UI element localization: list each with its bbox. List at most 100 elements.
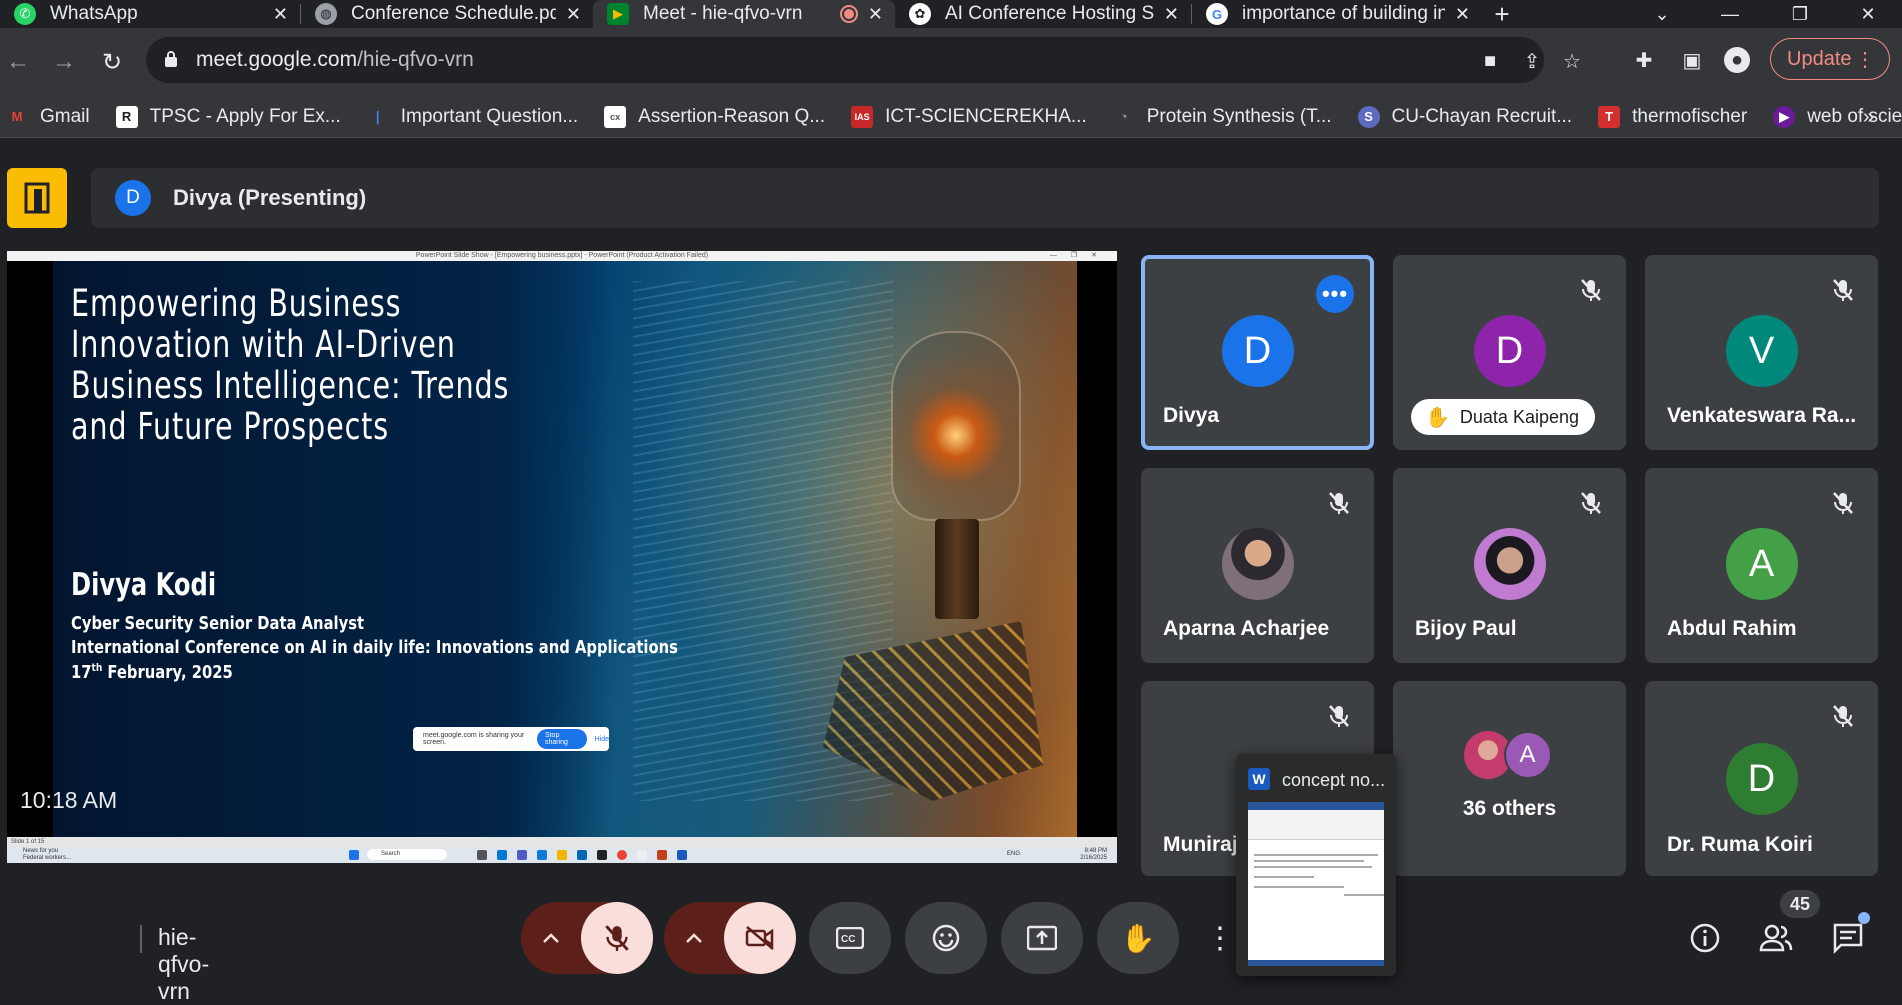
people-button[interactable]	[1756, 918, 1796, 958]
participant-tile-aparna[interactable]: Aparna Acharjee	[1141, 468, 1374, 663]
close-icon[interactable]: ✕	[868, 4, 883, 25]
presenting-banner: D Divya (Presenting)	[91, 168, 1879, 228]
avatar-photo	[1221, 528, 1294, 600]
t-icon: T	[1598, 105, 1621, 128]
bookmark-star-icon[interactable]: ☆	[1558, 47, 1586, 75]
mic-off-icon	[1324, 488, 1354, 518]
ppt-status-bar: Slide 1 of 15	[7, 837, 1117, 847]
participant-name: Muniraj	[1163, 833, 1238, 856]
hide-link[interactable]: Hide	[595, 736, 609, 743]
avatar: D	[1221, 315, 1294, 387]
globe-icon: ◍	[315, 3, 337, 25]
extensions-icon[interactable]: ✚	[1628, 44, 1660, 76]
others-count: 36 others	[1462, 797, 1557, 820]
participant-tile-divya[interactable]: D ••• Divya	[1141, 255, 1374, 450]
taskbar-app-icon	[657, 850, 667, 860]
slide-role: Cyber Security Senior Data Analyst	[71, 613, 365, 634]
participant-name: Dr. Ruma Koiri	[1667, 833, 1813, 856]
presenter-avatar: D	[115, 180, 151, 216]
bookmark-label: web of science	[1807, 105, 1902, 127]
back-button[interactable]: ←	[0, 44, 36, 80]
update-label: Update	[1787, 47, 1852, 70]
camera-options-chevron-icon[interactable]	[664, 902, 724, 974]
tab-whatsapp[interactable]: ✆ WhatsApp ✕	[0, 0, 300, 28]
close-icon[interactable]: ✕	[1455, 4, 1470, 25]
present-now-button[interactable]	[1001, 902, 1083, 974]
forward-button[interactable]: →	[46, 44, 82, 80]
participant-name: Bijoy Paul	[1415, 617, 1517, 640]
chat-button[interactable]	[1828, 918, 1868, 958]
camera-toggle-button[interactable]	[724, 902, 796, 974]
minimize-button[interactable]: —	[1700, 0, 1760, 28]
more-bookmarks-icon[interactable]: »	[1863, 106, 1874, 129]
tab-google-search[interactable]: G importance of building in ✕	[1192, 0, 1482, 28]
tab-conference-schedule[interactable]: ◍ Conference Schedule.pdf ✕	[301, 0, 593, 28]
close-icon[interactable]: ✕	[566, 4, 581, 25]
tab-title: importance of building in	[1242, 3, 1445, 24]
new-tab-button[interactable]: +	[1482, 0, 1522, 30]
avatar: D	[1473, 315, 1546, 387]
more-vert-icon: ⋮	[1205, 921, 1235, 955]
mic-toggle-button[interactable]	[581, 902, 653, 974]
bookmark-gmail[interactable]: M Gmail	[6, 106, 90, 128]
participant-tile-duata[interactable]: D ✋ Duata Kaipeng	[1393, 255, 1626, 450]
taskbar-app-icon	[557, 850, 567, 860]
profile-avatar-icon[interactable]: ●	[1724, 47, 1750, 73]
bookmark-label: thermofischer	[1632, 105, 1748, 127]
camera-icon[interactable]: ■	[1476, 47, 1504, 75]
meeting-details-button[interactable]	[1685, 918, 1725, 958]
bookmark-label: Assertion-Reason Q...	[638, 105, 826, 127]
others-avatars: A	[1463, 731, 1556, 779]
bookmark-assertion-reason[interactable]: cx Assertion-Reason Q...	[604, 105, 826, 128]
mic-options-chevron-icon[interactable]	[521, 902, 581, 974]
stop-sharing-button[interactable]: Stop sharing	[536, 729, 587, 749]
bookmark-important-questions[interactable]: ❘ Important Question...	[367, 106, 578, 128]
reactions-button[interactable]	[905, 902, 987, 974]
bookmark-label: ICT-SCIENCEREKHA...	[885, 105, 1087, 127]
bookmark-icon: ❘	[372, 108, 384, 124]
side-panel-icon[interactable]: ▣	[1676, 44, 1708, 76]
url-host: meet.google.com	[196, 48, 358, 71]
bookmark-web-of-science[interactable]: ▶ web of science	[1773, 105, 1902, 128]
bookmark-protein-synthesis[interactable]: ◔ Protein Synthesis (T...	[1113, 106, 1332, 128]
bookmark-thermofischer[interactable]: Tthermofischer	[1598, 105, 1748, 128]
participant-tile-ruma[interactable]: D Dr. Ruma Koiri	[1645, 681, 1878, 876]
word-window-thumbnail[interactable]: W concept no...	[1236, 754, 1396, 976]
bookmark-ict-sciencerekha[interactable]: IAS ICT-SCIENCEREKHA...	[851, 105, 1087, 128]
share-icon[interactable]: ⇪	[1518, 47, 1546, 75]
reload-button[interactable]: ↻	[94, 44, 130, 80]
update-button[interactable]: Update ⋮	[1770, 38, 1890, 80]
participant-tile-abdul[interactable]: A Abdul Rahim	[1645, 468, 1878, 663]
bookmark-cu-chayan[interactable]: S CU-Chayan Recruit...	[1357, 105, 1572, 128]
more-options-button[interactable]: ⋮	[1200, 902, 1240, 974]
participant-tile-bijoy[interactable]: Bijoy Paul	[1393, 468, 1626, 663]
lightbulb-base-image	[935, 519, 979, 619]
windows-taskbar: News for you Federal workers... Search EN…	[7, 847, 1117, 863]
presentation-door-icon[interactable]	[7, 168, 67, 228]
whatsapp-icon: ✆	[14, 3, 36, 25]
restore-button[interactable]: ❐	[1770, 0, 1830, 28]
avatar: A	[1725, 528, 1798, 600]
mic-off-icon	[1828, 701, 1858, 731]
raise-hand-button[interactable]: ✋	[1097, 902, 1179, 974]
tab-search-chevron-icon[interactable]: ⌄	[1632, 0, 1692, 28]
more-options-icon[interactable]: •••	[1316, 275, 1354, 313]
word-icon: W	[1248, 768, 1270, 790]
close-icon[interactable]: ✕	[1164, 4, 1179, 25]
close-window-button[interactable]: ✕	[1838, 0, 1898, 28]
tab-ai-conference[interactable]: ✿ AI Conference Hosting Sp ✕	[895, 0, 1191, 28]
bookmark-label: Gmail	[40, 105, 90, 127]
close-icon[interactable]: ✕	[273, 4, 288, 25]
participant-tile-others[interactable]: A 36 others	[1393, 681, 1626, 876]
mic-off-icon	[1324, 701, 1354, 731]
bookmark-tpsc[interactable]: R TPSC - Apply For Ex...	[115, 105, 341, 128]
clock: 10:18 AM	[20, 787, 118, 813]
tab-meet[interactable]: ▶ Meet - hie-qfvo-vrn ✕	[593, 0, 895, 28]
captions-button[interactable]: CC	[809, 902, 891, 974]
bookmark-label: Protein Synthesis (T...	[1146, 105, 1332, 127]
thumbnail-title: concept no...	[1282, 770, 1386, 790]
address-bar[interactable]: meet.google.com/hie-qfvo-vrn ■ ⇪ ☆	[146, 37, 1581, 83]
google-icon: G	[1206, 3, 1228, 25]
hand-icon: ✋	[1120, 922, 1156, 954]
participant-tile-venkateswara[interactable]: V Venkateswara Ra...	[1645, 255, 1878, 450]
